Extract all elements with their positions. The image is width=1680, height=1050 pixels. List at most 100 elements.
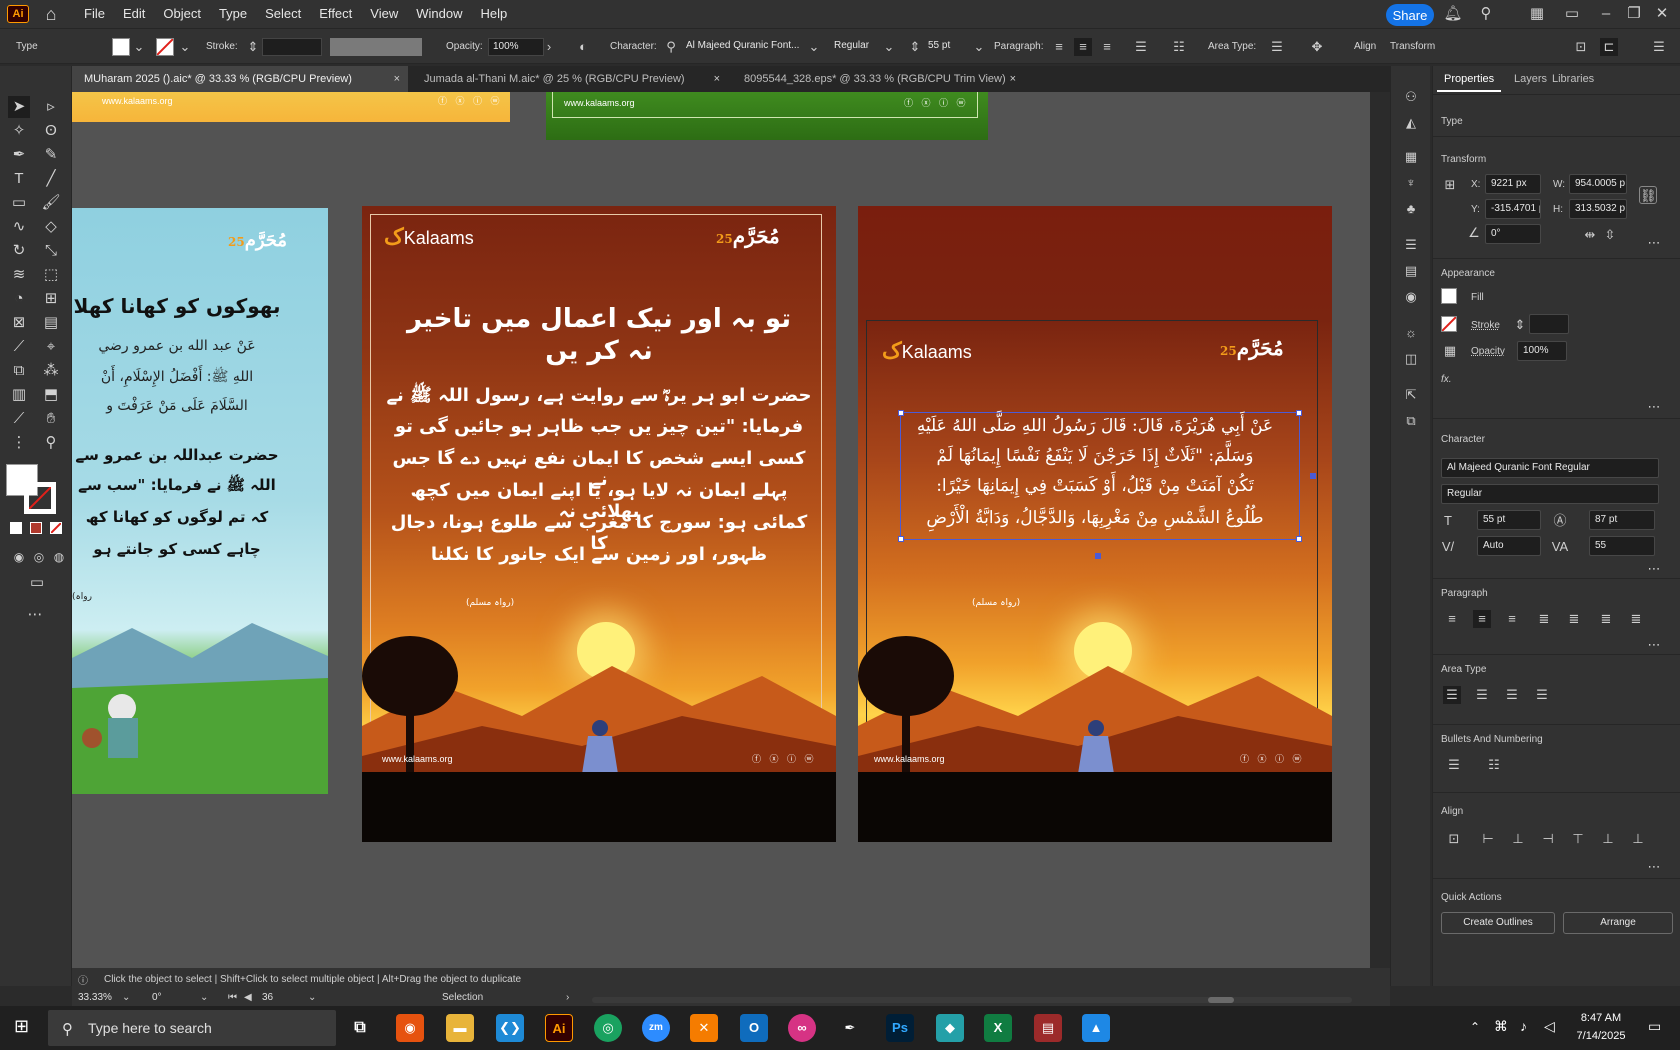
font-style-field[interactable]: Regular (1441, 484, 1659, 504)
selection-handle[interactable] (1095, 553, 1101, 559)
photoshop-icon[interactable]: Ps (886, 1014, 914, 1042)
create-outlines-button[interactable]: Create Outlines (1441, 912, 1555, 934)
search-icon[interactable]: ⚲ (1476, 4, 1496, 24)
stepper-icon[interactable]: ⇕ (244, 38, 262, 56)
minimize-icon[interactable]: – (1596, 4, 1616, 24)
close-window-icon[interactable]: ✕ (1652, 4, 1672, 24)
arrange-button[interactable]: Arrange (1563, 912, 1673, 934)
more-options-icon[interactable]: ⋯ (1645, 234, 1663, 252)
gradient-panel-icon[interactable]: ▤ (1402, 262, 1420, 280)
area-type-top-icon[interactable]: ☰ (1443, 686, 1461, 704)
opacity-field[interactable]: 100% (488, 38, 544, 56)
perspective-grid-icon[interactable]: ⊞ (40, 288, 62, 310)
chevron-right-icon[interactable]: › (566, 992, 569, 1003)
close-tab-icon[interactable]: × (714, 66, 720, 92)
winrar-icon[interactable]: ▤ (1034, 1014, 1062, 1042)
zoom-tool-icon[interactable]: ⚲ (40, 432, 62, 454)
draw-normal-icon[interactable]: ◉ (8, 546, 30, 568)
export-icon[interactable]: ⇱ (1402, 386, 1420, 404)
stroke-label[interactable]: Stroke (1471, 320, 1500, 331)
creative-cloud-icon[interactable]: ∞ (788, 1014, 816, 1042)
chevron-down-icon[interactable]: ⌄ (308, 992, 316, 1003)
font-search-icon[interactable]: ⚲ (662, 38, 680, 56)
paintbrush-icon[interactable]: 🖌︎ (40, 192, 62, 214)
draw-behind-icon[interactable]: ◎ (28, 546, 50, 568)
outlook-icon[interactable]: O (740, 1014, 768, 1042)
align-top-edges-icon[interactable]: ⊤ (1569, 830, 1587, 848)
transparency-icon[interactable]: ◉ (1402, 288, 1420, 306)
eraser-icon[interactable]: ◇ (40, 216, 62, 238)
artboard-top-left[interactable]: www.kalaams.org ⓕ ⓧ ⓘ ⓦ (72, 92, 510, 122)
chevron-down-icon[interactable]: ⌄ (805, 38, 823, 56)
close-tab-icon[interactable]: × (1010, 66, 1016, 92)
artboard-right[interactable]: کKalaams مُحَرَّم25 عَنْ أَبِي هُرَيْرَة… (858, 206, 1332, 842)
edit-toolbar-icon[interactable]: ⋮ (8, 432, 30, 454)
justify-right-icon[interactable]: ≣ (1597, 610, 1615, 628)
menu-edit[interactable]: Edit (114, 0, 154, 28)
align-left-icon[interactable]: ≡ (1443, 610, 1461, 628)
leading-field[interactable]: 87 pt (1589, 510, 1655, 530)
font-size-field[interactable]: 55 pt (1477, 510, 1541, 530)
menu-help[interactable]: Help (471, 0, 516, 28)
fill-swatch[interactable] (112, 38, 130, 56)
taskbar-search-box[interactable]: Type here to search (48, 1010, 336, 1046)
measure-icon[interactable]: ⌖ (40, 336, 62, 358)
lasso-icon[interactable]: ʘ (40, 120, 62, 142)
menu-select[interactable]: Select (256, 0, 310, 28)
photos-icon[interactable]: ▲ (1082, 1014, 1110, 1042)
shape-builder-icon[interactable]: ◔ (8, 288, 30, 310)
selection-handle[interactable] (1310, 473, 1316, 479)
angle-field[interactable]: 0° (1485, 224, 1541, 244)
more-options-icon[interactable]: ⋯ (1645, 636, 1663, 654)
type-tool-icon[interactable]: T (8, 168, 30, 190)
align-left-edges-icon[interactable]: ⊢ (1479, 830, 1497, 848)
flip-vertical-icon[interactable]: ⇳ (1601, 226, 1619, 244)
color-mode-icon[interactable] (10, 522, 22, 534)
restore-icon[interactable]: ❐ (1624, 4, 1644, 24)
y-field[interactable]: -315.4701 p (1485, 199, 1541, 219)
zoom-icon[interactable]: zm (642, 1014, 670, 1042)
free-transform-icon[interactable]: ⬚ (40, 264, 62, 286)
more-options-icon[interactable]: ⋯ (1645, 398, 1663, 416)
direct-selection-tool-icon[interactable]: ▹ (40, 96, 62, 118)
align-v-center-icon[interactable]: ⊥ (1599, 830, 1617, 848)
opacity-field[interactable]: 100% (1517, 341, 1567, 361)
artboard-tool-icon[interactable]: ⬒ (40, 384, 62, 406)
align-center-icon[interactable]: ≡ (1074, 38, 1092, 56)
canvas[interactable]: www.kalaams.org ⓕ ⓧ ⓘ ⓦ www.kalaams.org … (72, 92, 1370, 968)
more-tools-icon[interactable]: ⋯ (24, 604, 46, 626)
rotate-tool-icon[interactable]: ↻ (8, 240, 30, 262)
font-family-field[interactable]: Al Majeed Quranic Font... (682, 38, 802, 56)
opacity-label[interactable]: Opacity (1471, 346, 1505, 357)
x-field[interactable]: 9221 px (1485, 174, 1541, 194)
draw-inside-icon[interactable]: ◍ (48, 546, 70, 568)
curvature-tool-icon[interactable]: ✎ (40, 144, 62, 166)
network-icon[interactable]: ⌘ (1494, 1018, 1508, 1035)
first-artboard-icon[interactable]: ⏮ (228, 992, 237, 1003)
tab-8095544[interactable]: 8095544_328.eps* @ 33.33 % (RGB/CPU Trim… (732, 66, 1024, 92)
puppet-warp-icon[interactable]: ✥ (1308, 38, 1326, 56)
h-field[interactable]: 313.5032 p (1569, 199, 1627, 219)
magic-wand-icon[interactable]: ✧ (8, 120, 30, 142)
tab-properties[interactable]: Properties (1437, 66, 1502, 92)
pen-app-icon[interactable]: ✒ (836, 1014, 864, 1042)
bell-icon[interactable]: 🔔︎ (1443, 4, 1463, 24)
stroke-swatch-none[interactable] (1441, 316, 1457, 332)
symbol-sprayer-icon[interactable]: ⁂ (40, 360, 62, 382)
menu-window[interactable]: Window (407, 0, 471, 28)
task-view-icon[interactable]: ⧉ (346, 1014, 374, 1042)
bullets-icon[interactable]: ☰ (1132, 38, 1150, 56)
chevron-down-icon[interactable]: ⌄ (122, 992, 130, 1003)
kerning-field[interactable]: Auto (1477, 536, 1541, 556)
workspace-icon[interactable]: ▦ (1527, 4, 1547, 24)
chevron-down-icon[interactable]: ⌄ (200, 992, 208, 1003)
stroke-swatch-none[interactable] (156, 38, 174, 56)
line-tool-icon[interactable]: ╱ (40, 168, 62, 190)
panel-layout-icon[interactable]: ▭ (1562, 4, 1582, 24)
stepper-icon[interactable]: ⇕ (906, 38, 924, 56)
isolate-icon[interactable]: ⊡ (1572, 38, 1590, 56)
previous-artboard-icon[interactable]: ◀ (244, 992, 252, 1003)
more-options-icon[interactable]: ⋯ (1645, 858, 1663, 876)
align-link[interactable]: Align (1354, 41, 1376, 52)
area-type-icon[interactable]: ☰ (1268, 38, 1286, 56)
